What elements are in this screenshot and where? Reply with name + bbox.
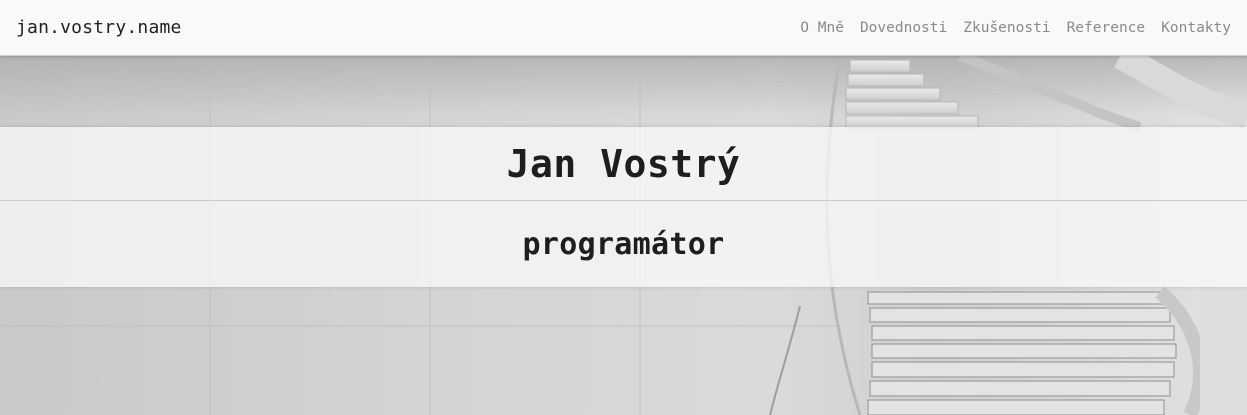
nav-link-zkusenosti[interactable]: Zkušenosti <box>963 20 1050 36</box>
nav-link-o-mne[interactable]: O Mně <box>800 20 844 36</box>
hero-name: Jan Vostrý <box>506 141 741 186</box>
brand-link[interactable]: jan.vostry.name <box>16 17 182 38</box>
nav-link-kontakty[interactable]: Kontakty <box>1161 20 1231 36</box>
hero-header-band: Jan Vostrý programátor <box>0 127 1247 287</box>
navbar: jan.vostry.name O Mně Dovednosti Zkušeno… <box>0 0 1247 56</box>
hero-role: programátor <box>522 226 725 262</box>
nav-link-reference[interactable]: Reference <box>1067 20 1146 36</box>
nav-links: O Mně Dovednosti Zkušenosti Reference Ko… <box>800 20 1231 36</box>
nav-link-dovednosti[interactable]: Dovednosti <box>860 20 947 36</box>
